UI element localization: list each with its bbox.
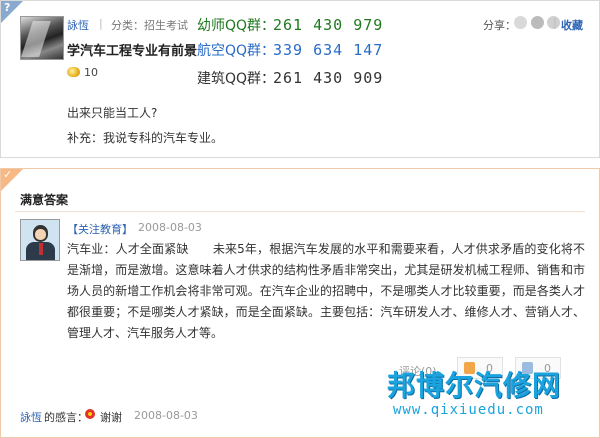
answerer-name-link[interactable]: 【关注教育】 — [67, 221, 133, 237]
qq-group-line: 幼师QQ群：261 430 979 — [197, 15, 383, 35]
thanks-user-link[interactable]: 詠恆 — [20, 409, 42, 425]
coin-icon — [67, 67, 80, 77]
share-weibo-icon[interactable] — [514, 16, 527, 29]
qq-group-number: 339 634 147 — [273, 41, 384, 59]
answer-corner-badge: ✓ — [1, 168, 23, 191]
qq-group-label: 建筑QQ群： — [197, 71, 276, 87]
asker-avatar[interactable] — [20, 16, 64, 60]
answerer-avatar[interactable] — [20, 219, 60, 261]
thanks-date: 2008-08-03 — [134, 409, 198, 422]
question-supplement: 补充：我说专科的汽车专业。 — [67, 131, 224, 145]
best-answer-heading: 满意答案 — [20, 193, 69, 207]
qq-group-line: 航空QQ群：339 634 147 — [197, 40, 383, 60]
watermark-url: www.qixiuedu.com — [393, 402, 544, 418]
watermark-name: 邦博尔汽修网 — [387, 369, 562, 402]
asker-name-link[interactable]: 詠恆 — [67, 17, 89, 33]
qq-group-label: 幼师QQ群： — [197, 18, 276, 34]
collect-button[interactable]: 收藏 — [561, 17, 583, 33]
question-title: 学汽车工程专业有前景 — [67, 44, 198, 59]
qq-group-number: 261 430 979 — [273, 16, 384, 34]
thanks-text: 谢谢 — [100, 411, 122, 424]
question-category[interactable]: 分类：招生考试 — [111, 17, 188, 33]
share-divider: | — [553, 16, 557, 29]
answer-text: 汽车业：人才全面紧缺 未来5年，根据汽车发展的水平和需要来看，人才供求矛盾的变化… — [67, 242, 585, 340]
thanks-label: 的感言： — [44, 411, 88, 424]
share-label: 分享： — [483, 19, 516, 32]
meta-separator: | — [99, 17, 103, 30]
heading-divider — [15, 211, 585, 212]
reward-points: 10 — [84, 66, 98, 79]
question-panel: ? 詠恆 | 分类：招生考试 学汽车工程专业有前景 10 出来只能当工人? 补充… — [0, 0, 600, 158]
answer-date: 2008-08-03 — [138, 221, 202, 234]
best-answer-panel: ✓ 满意答案 【关注教育】 2008-08-03 汽车业：人才全面紧缺 未来5年… — [0, 168, 600, 438]
qq-group-label: 航空QQ群： — [197, 43, 276, 59]
qq-group-number: 261 430 909 — [273, 69, 384, 87]
share-qzone-icon[interactable] — [531, 16, 544, 29]
qq-group-line: 建筑QQ群：261 430 909 — [197, 68, 383, 88]
question-body: 出来只能当工人? — [67, 106, 158, 120]
flower-icon — [85, 409, 95, 419]
